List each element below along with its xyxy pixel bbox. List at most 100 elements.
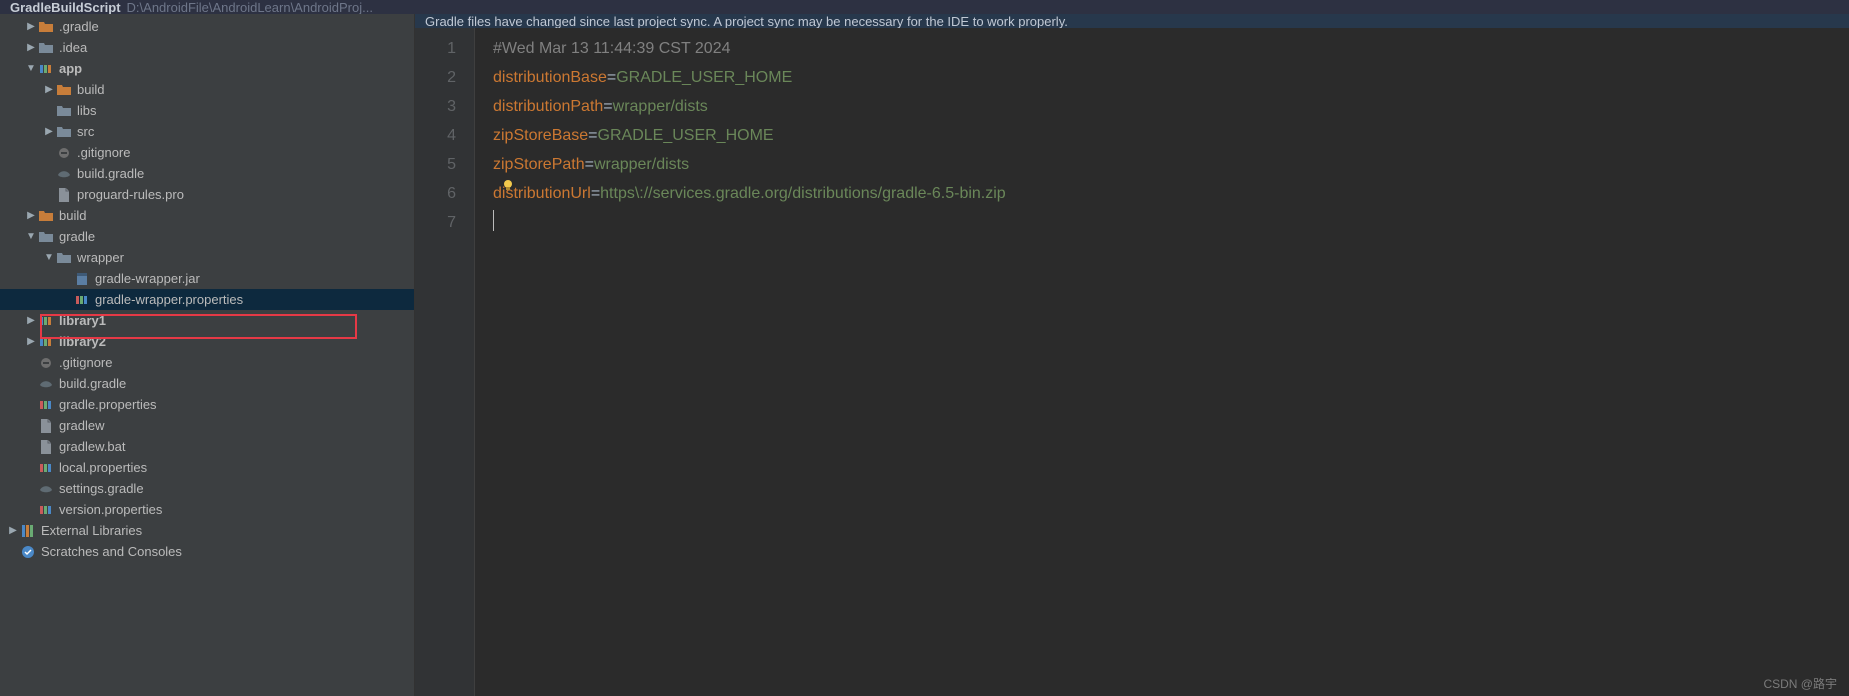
tree-item[interactable]: gradlew.bat — [0, 436, 414, 457]
project-path: D:\AndroidFile\AndroidLearn\AndroidProj.… — [127, 0, 373, 14]
tree-item[interactable]: settings.gradle — [0, 478, 414, 499]
folder-orange-icon — [56, 82, 72, 98]
editor-area: Gradle files have changed since last pro… — [415, 14, 1849, 696]
folder-grey-icon — [56, 103, 72, 119]
title-bar: GradleBuildScript D:\AndroidFile\Android… — [0, 0, 1849, 14]
project-name: GradleBuildScript — [10, 0, 121, 14]
tree-item[interactable]: build.gradle — [0, 373, 414, 394]
chevron-right-icon[interactable]: ▶ — [24, 336, 38, 347]
lib-icon — [20, 523, 36, 539]
tree-item-label: gradle.properties — [59, 397, 157, 412]
chevron-right-icon[interactable]: ▶ — [24, 42, 38, 53]
line-gutter[interactable]: 1234567 — [415, 28, 475, 696]
tree-item[interactable]: gradlew — [0, 415, 414, 436]
chevron-right-icon[interactable]: ▶ — [24, 315, 38, 326]
tree-item-label: libs — [77, 103, 97, 118]
line-number[interactable]: 6 — [415, 179, 456, 208]
tree-item-label: wrapper — [77, 250, 124, 265]
line-number[interactable]: 4 — [415, 121, 456, 150]
chevron-down-icon[interactable]: ▼ — [24, 63, 38, 74]
tree-item-label: .idea — [59, 40, 87, 55]
properties-icon — [74, 292, 90, 308]
chevron-right-icon[interactable]: ▶ — [42, 126, 56, 137]
properties-icon — [38, 502, 54, 518]
tree-item[interactable]: ▶ build — [0, 205, 414, 226]
tree-item[interactable]: ▼ wrapper — [0, 247, 414, 268]
line-number[interactable]: 1 — [415, 34, 456, 63]
chevron-right-icon[interactable]: ▶ — [6, 525, 20, 536]
chevron-right-icon[interactable]: ▶ — [42, 84, 56, 95]
tree-item[interactable]: ▶ library2 — [0, 331, 414, 352]
file-icon — [38, 439, 54, 455]
tree-item[interactable]: ▶ .idea — [0, 37, 414, 58]
tree-item-label: app — [59, 61, 82, 76]
module-icon — [38, 334, 54, 350]
tree-item-label: proguard-rules.pro — [77, 187, 184, 202]
code-line[interactable]: zipStoreBase=GRADLE_USER_HOME — [493, 121, 1849, 150]
code-line[interactable]: zipStorePath=wrapper/dists — [493, 150, 1849, 179]
project-tree[interactable]: ▶.gradle▶.idea▼app▶buildlibs▶src.gitigno… — [0, 14, 415, 696]
tree-item-label: build.gradle — [59, 376, 126, 391]
properties-icon — [38, 397, 54, 413]
folder-grey-icon — [38, 229, 54, 245]
tree-item[interactable]: .gitignore — [0, 352, 414, 373]
tree-item[interactable]: gradle-wrapper.jar — [0, 268, 414, 289]
tree-item-label: library1 — [59, 313, 106, 328]
gradle-icon — [38, 481, 54, 497]
tree-item-label: gradle-wrapper.jar — [95, 271, 200, 286]
line-number[interactable]: 3 — [415, 92, 456, 121]
code-line[interactable]: #Wed Mar 13 11:44:39 CST 2024 — [493, 34, 1849, 63]
code-line[interactable] — [493, 208, 1849, 237]
tree-item[interactable]: ▶build — [0, 79, 414, 100]
chevron-down-icon[interactable]: ▼ — [24, 231, 38, 242]
folder-grey-icon — [56, 124, 72, 140]
tree-item[interactable]: libs — [0, 100, 414, 121]
code-line[interactable]: distributionUrl=https\://services.gradle… — [493, 179, 1849, 208]
gitignore-icon — [38, 355, 54, 371]
tree-item-label: gradlew.bat — [59, 439, 126, 454]
tree-item[interactable]: proguard-rules.pro — [0, 184, 414, 205]
tree-item-label: Scratches and Consoles — [41, 544, 182, 559]
tree-item-label: src — [77, 124, 94, 139]
tree-item-label: gradle-wrapper.properties — [95, 292, 243, 307]
gradle-icon — [38, 376, 54, 392]
tree-item[interactable]: ▶.gradle — [0, 16, 414, 37]
tree-item[interactable]: gradle-wrapper.properties — [0, 289, 414, 310]
tree-item-label: library2 — [59, 334, 106, 349]
properties-icon — [38, 460, 54, 476]
sync-banner[interactable]: Gradle files have changed since last pro… — [415, 14, 1849, 28]
tree-item[interactable]: ▶External Libraries — [0, 520, 414, 541]
tree-item[interactable]: gradle.properties — [0, 394, 414, 415]
watermark: CSDN @路宇 — [1763, 675, 1837, 692]
tree-item[interactable]: version.properties — [0, 499, 414, 520]
tree-item[interactable]: ▶ library1 — [0, 310, 414, 331]
banner-text: Gradle files have changed since last pro… — [425, 14, 1068, 28]
code-line[interactable]: distributionBase=GRADLE_USER_HOME — [493, 63, 1849, 92]
tree-item[interactable]: ▶ src — [0, 121, 414, 142]
tree-item[interactable]: local.properties — [0, 457, 414, 478]
gradle-icon — [56, 166, 72, 182]
tree-item[interactable]: ▼gradle — [0, 226, 414, 247]
module-icon — [38, 313, 54, 329]
chevron-down-icon[interactable]: ▼ — [42, 252, 56, 263]
tree-item-label: local.properties — [59, 460, 147, 475]
tree-item-label: version.properties — [59, 502, 162, 517]
code-line[interactable]: distributionPath=wrapper/dists — [493, 92, 1849, 121]
line-number[interactable]: 5 — [415, 150, 456, 179]
tree-item[interactable]: ▼ app — [0, 58, 414, 79]
tree-item[interactable]: .gitignore — [0, 142, 414, 163]
code-editor[interactable]: #Wed Mar 13 11:44:39 CST 2024distributio… — [475, 28, 1849, 696]
tree-item[interactable]: Scratches and Consoles — [0, 541, 414, 562]
chevron-right-icon[interactable]: ▶ — [24, 21, 38, 32]
tree-item-label: .gitignore — [77, 145, 130, 160]
tree-item-label: build.gradle — [77, 166, 144, 181]
chevron-right-icon[interactable]: ▶ — [24, 210, 38, 221]
line-number[interactable]: 7 — [415, 208, 456, 237]
tree-item-label: .gitignore — [59, 355, 112, 370]
line-number[interactable]: 2 — [415, 63, 456, 92]
tree-item[interactable]: build.gradle — [0, 163, 414, 184]
intention-bulb-icon[interactable] — [501, 178, 515, 192]
tree-item-label: settings.gradle — [59, 481, 144, 496]
scratch-icon — [20, 544, 36, 560]
tree-item-label: build — [59, 208, 86, 223]
